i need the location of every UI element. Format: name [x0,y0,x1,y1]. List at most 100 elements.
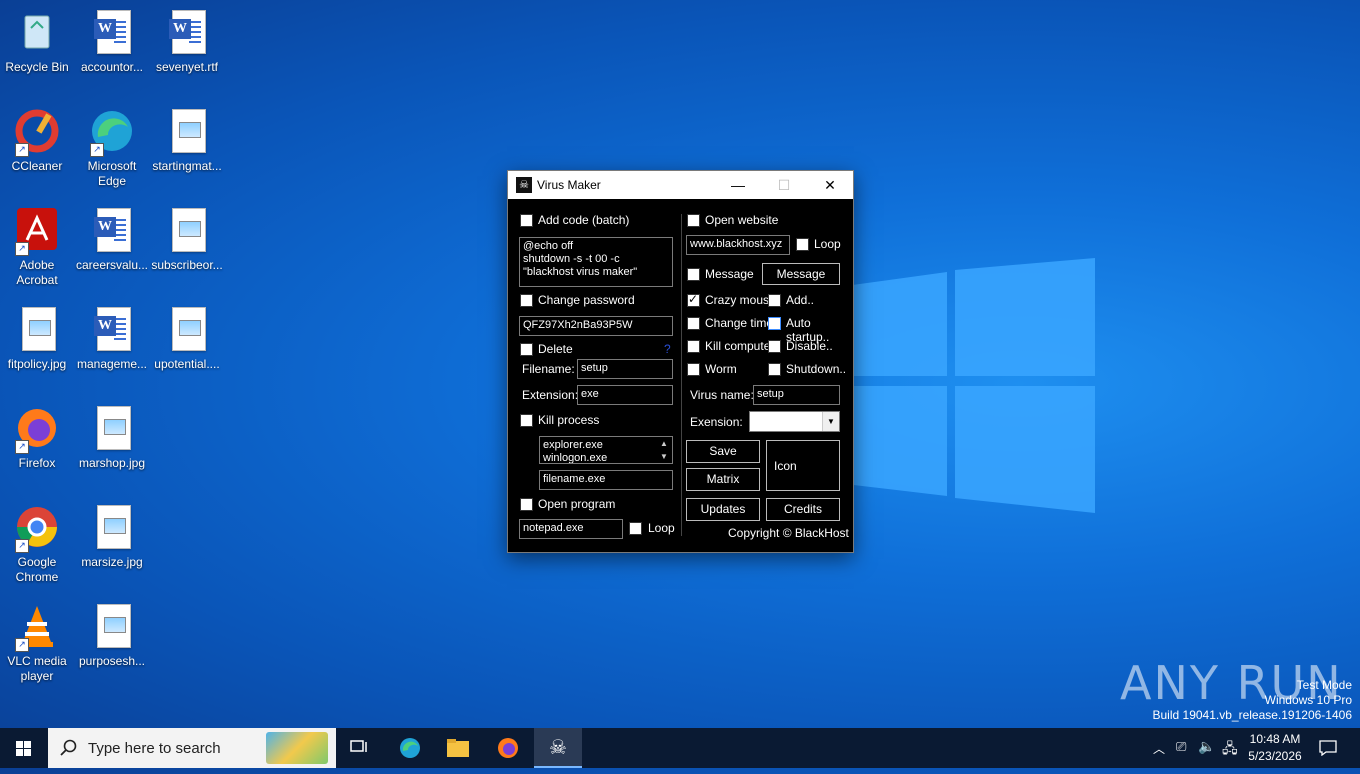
desktop-icon-purposesh[interactable]: purposesh... [75,602,149,669]
delete-help-link[interactable]: ? [664,342,671,356]
desktop-icon-marshop[interactable]: marshop.jpg [75,404,149,471]
pirate-flag-icon: ☠ [549,737,567,759]
worm-checkbox[interactable] [687,363,700,376]
title-bar[interactable]: ☠ Virus Maker — ☐ ✕ [508,171,853,199]
credits-button[interactable]: Credits [766,498,840,521]
taskbar-search-box[interactable]: Type here to search [48,728,336,768]
volume-icon[interactable]: 🔈 [1198,738,1215,755]
change-time-checkbox[interactable] [687,317,700,330]
search-highlight-image [266,732,328,764]
desktop-icon-vlc[interactable]: ↗ VLC media player [0,602,74,684]
desktop-icon-startingmat[interactable]: startingmat... [150,107,224,174]
word-document-icon: W [163,8,211,56]
change-password-label: Change password [538,293,635,307]
chevron-down-icon[interactable]: ▼ [822,412,839,431]
matrix-button[interactable]: Matrix [686,468,760,491]
image-file-icon [163,305,211,353]
virus-name-input[interactable]: setup [753,385,840,405]
save-button[interactable]: Save [686,440,760,463]
desktop-icon-marsize[interactable]: marsize.jpg [75,503,149,570]
auto-startup-checkbox[interactable] [768,317,781,330]
windows-start-icon [16,741,31,756]
desktop-icon-edge[interactable]: ↗ Microsoft Edge [75,107,149,189]
kill-process-checkbox[interactable] [520,414,533,427]
scroll-up-icon[interactable]: ▲ [657,437,671,450]
taskbar-file-explorer[interactable] [434,728,482,768]
firefox-icon: ↗ [13,404,61,454]
scroll-down-icon[interactable]: ▼ [657,450,671,463]
task-view-button[interactable] [336,728,384,768]
windows-logo-wallpaper [845,258,1095,513]
notifications-button[interactable] [1310,728,1346,768]
open-program-checkbox[interactable] [520,498,533,511]
maximize-button[interactable]: ☐ [761,171,807,199]
chevron-up-icon[interactable]: ︿ [1153,740,1165,757]
pirate-flag-icon: ☠ [516,177,532,193]
process-filename-input[interactable]: filename.exe [539,470,673,490]
desktop-icon-accountor[interactable]: W accountor... [75,8,149,75]
desktop-icon-firefox[interactable]: ↗ Firefox [0,404,74,471]
extension-label: Extension: [522,388,579,402]
batch-code-textarea[interactable]: @echo off shutdown -s -t 00 -c "blackhos… [519,237,673,287]
exension-label: Exension: [690,415,743,429]
image-file-icon [13,305,61,353]
disable-checkbox[interactable] [768,340,781,353]
change-password-checkbox[interactable] [520,294,533,307]
add-code-checkbox[interactable] [520,214,533,227]
worm-label: Worm [705,362,737,376]
shutdown-label: Shutdown.. [786,362,847,376]
desktop-icon-fitpolicy[interactable]: fitpolicy.jpg [0,305,74,372]
image-file-icon [88,404,136,452]
process-listbox[interactable]: explorer.exe winlogon.exe [539,436,673,464]
delete-checkbox[interactable] [520,343,533,356]
close-button[interactable]: ✕ [807,171,853,199]
desktop-icon-careersvalu[interactable]: W careersvalu... [75,206,149,273]
search-placeholder: Type here to search [88,740,221,757]
desktop-icon-recycle-bin[interactable]: Recycle Bin [0,8,74,75]
program-input[interactable]: notepad.exe [519,519,623,539]
message-button[interactable]: Message [762,263,840,285]
network-icon[interactable]: 🖧 [1222,738,1238,762]
desktop-icon-subscribeor[interactable]: subscribeor... [150,206,224,273]
kill-computer-checkbox[interactable] [687,340,700,353]
desktop-icon-ccleaner[interactable]: ↗ CCleaner [0,107,74,174]
open-program-label: Open program [538,497,616,511]
program-loop-label: Loop [648,521,675,535]
taskbar-firefox[interactable] [484,728,532,768]
crazy-mouse-checkbox[interactable] [687,292,700,307]
kill-process-label: Kill process [538,413,600,427]
taskbar-edge[interactable] [386,728,434,768]
desktop-icon-acrobat[interactable]: ↗ Adobe Acrobat [0,206,74,288]
add-checkbox[interactable] [768,294,781,307]
recycle-bin-icon [13,8,61,56]
extension-input[interactable]: exe [577,385,673,405]
program-loop-checkbox[interactable] [629,522,642,535]
taskbar-virus-maker[interactable]: ☠ [534,728,582,768]
notification-icon [1319,740,1337,757]
meet-now-icon[interactable]: ⎚ [1176,739,1186,755]
start-button[interactable] [0,728,48,768]
desktop-icon-upotential[interactable]: upotential.... [150,305,224,372]
filename-input[interactable]: setup [577,359,673,379]
exension-select[interactable]: ▼ [749,411,840,432]
icon-button[interactable]: Icon [766,440,840,491]
website-input[interactable]: www.blackhost.xyz [686,235,790,255]
message-checkbox-label: Message [705,267,754,281]
build-text: Build 19041.vb_release.191206-1406 [1152,708,1353,722]
message-checkbox[interactable] [687,268,700,281]
process-list-scrollbar[interactable]: ▲ ▼ [657,437,671,463]
open-website-checkbox[interactable] [687,214,700,227]
ccleaner-icon: ↗ [13,107,61,157]
clock[interactable]: 10:48 AM 5/23/2026 [1245,728,1305,768]
filename-label: Filename: [522,362,575,376]
edge-icon [400,738,420,758]
minimize-button[interactable]: — [715,171,761,199]
desktop-icon-manageme[interactable]: W manageme... [75,305,149,372]
password-input[interactable]: QFZ97Xh2nBa93P5W [519,316,673,336]
website-loop-checkbox[interactable] [796,238,809,251]
desktop-icon-sevenyet[interactable]: W sevenyet.rtf [150,8,224,75]
updates-button[interactable]: Updates [686,498,760,521]
change-time-label: Change time [705,316,774,330]
shutdown-checkbox[interactable] [768,363,781,376]
desktop-icon-chrome[interactable]: ↗ Google Chrome [0,503,74,585]
